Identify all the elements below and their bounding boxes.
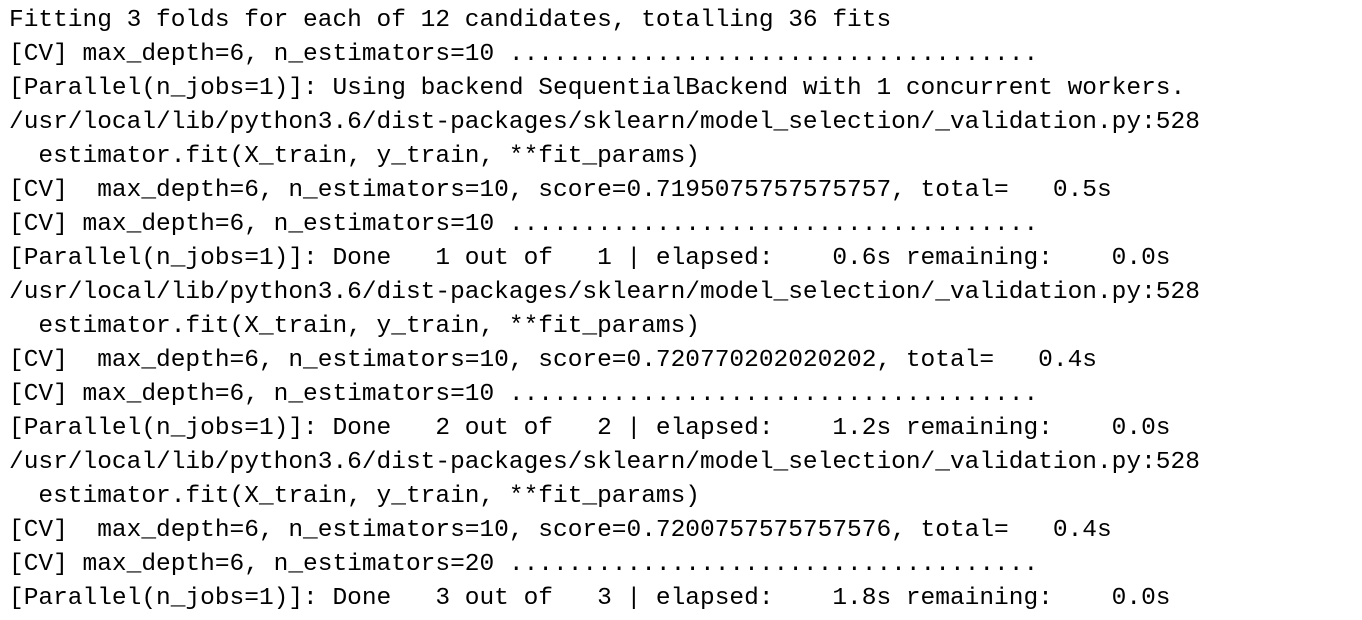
- console-line-warning-path: /usr/local/lib/python3.6/dist-packages/s…: [9, 449, 1200, 476]
- console-line-cv-result: [CV] max_depth=6, n_estimators=10, score…: [9, 347, 1097, 374]
- console-line-cv-start: [CV] max_depth=6, n_estimators=20 ......…: [9, 551, 1039, 578]
- console-line-parallel-progress: [Parallel(n_jobs=1)]: Done 1 out of 1 | …: [9, 245, 1171, 272]
- console-line-parallel-backend: [Parallel(n_jobs=1)]: Using backend Sequ…: [9, 75, 1186, 102]
- console-line-cv-start: [CV] max_depth=6, n_estimators=10 ......…: [9, 41, 1039, 68]
- console-line-warning-path: /usr/local/lib/python3.6/dist-packages/s…: [9, 279, 1200, 306]
- console-line-parallel-progress: [Parallel(n_jobs=1)]: Done 2 out of 2 | …: [9, 415, 1171, 442]
- console-line-fitting-summary: Fitting 3 folds for each of 12 candidate…: [9, 7, 892, 34]
- console-line-cv-start: [CV] max_depth=6, n_estimators=10 ......…: [9, 381, 1039, 408]
- console-output: Fitting 3 folds for each of 12 candidate…: [0, 0, 1362, 620]
- console-line-warning-code: estimator.fit(X_train, y_train, **fit_pa…: [9, 143, 701, 170]
- console-line-warning-path: /usr/local/lib/python3.6/dist-packages/s…: [9, 109, 1200, 136]
- console-line-cv-start: [CV] max_depth=6, n_estimators=10 ......…: [9, 211, 1039, 238]
- console-line-cv-result: [CV] max_depth=6, n_estimators=10, score…: [9, 517, 1112, 544]
- console-line-warning-code: estimator.fit(X_train, y_train, **fit_pa…: [9, 483, 701, 510]
- console-line-cv-result: [CV] max_depth=6, n_estimators=10, score…: [9, 177, 1112, 204]
- console-line-warning-code: estimator.fit(X_train, y_train, **fit_pa…: [9, 313, 701, 340]
- console-line-parallel-progress: [Parallel(n_jobs=1)]: Done 3 out of 3 | …: [9, 585, 1171, 612]
